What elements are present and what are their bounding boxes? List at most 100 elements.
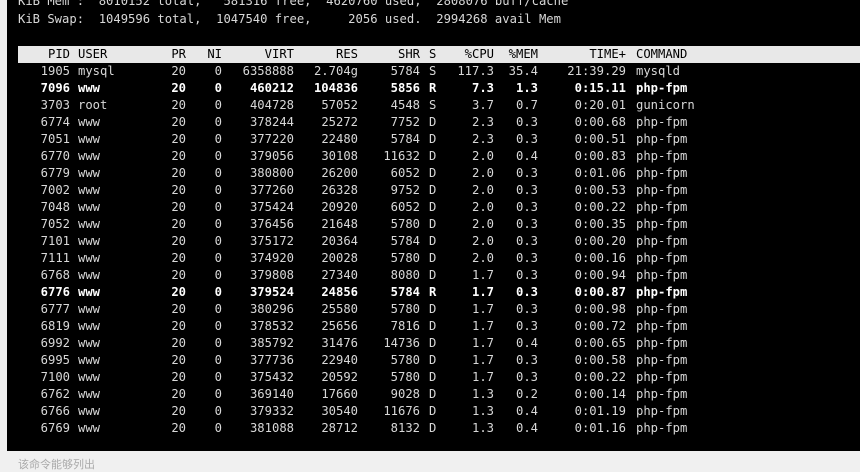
mem-cell: 0.3 <box>515 217 538 231</box>
nice-cell: 0 <box>214 285 222 299</box>
virt-cell: 6358888 <box>242 64 294 78</box>
priority-cell: 20 <box>171 64 186 78</box>
pid-cell: 7052 <box>40 217 70 231</box>
virt-cell: 375172 <box>249 234 294 248</box>
priority-cell: 20 <box>171 200 186 214</box>
process-row: 6819 www 20 0 378532 25656 7816 D 1.7 0.3 0:00.72 p… <box>18 318 860 335</box>
process-row: 7002 www 20 0 377260 26328 9752 D 2.0 0.3 0:00.53 p… <box>18 182 860 199</box>
time-cell: 0:00.14 <box>574 387 626 401</box>
process-row: 7101 www 20 0 375172 20364 5784 D 2.0 0.3 0:00.20 p… <box>18 233 860 250</box>
virt-cell: 376456 <box>249 217 294 231</box>
state-cell: D <box>429 387 437 401</box>
process-row: 6769 www 20 0 381088 28712 8132 D 1.3 0.4 0:01.16 p… <box>18 420 860 437</box>
shr-cell: 5780 <box>390 370 420 384</box>
cpu-cell: 1.3 <box>471 404 494 418</box>
pid-cell: 6819 <box>40 319 70 333</box>
shr-cell: 11676 <box>383 404 420 418</box>
user-cell: www <box>78 217 101 231</box>
virt-cell: 460212 <box>249 81 294 95</box>
user-cell: www <box>78 387 101 401</box>
priority-cell: 20 <box>171 132 186 146</box>
pid-cell: 7111 <box>40 251 70 265</box>
process-row: 7048 www 20 0 375424 20920 6052 D 2.0 0.3 0:00.22 p… <box>18 199 860 216</box>
user-cell: www <box>78 319 101 333</box>
mem-cell: 0.3 <box>515 370 538 384</box>
process-row: 1905 mysql 20 0 6358888 2.704g 5784 S 117.3 35.4 2… <box>18 63 860 80</box>
shr-cell: 8080 <box>390 268 420 282</box>
priority-cell: 20 <box>171 268 186 282</box>
mem-cell: 0.3 <box>515 166 538 180</box>
virt-cell: 385792 <box>249 336 294 350</box>
res-cell: 21648 <box>321 217 358 231</box>
virt-cell: 404728 <box>249 98 294 112</box>
command-cell: php-fpm <box>636 81 688 95</box>
state-cell: D <box>429 268 437 282</box>
nice-cell: 0 <box>214 234 222 248</box>
priority-cell: 20 <box>171 285 186 299</box>
res-cell: 26328 <box>321 183 358 197</box>
mem-cell: 0.3 <box>515 251 538 265</box>
cpu-cell: 2.0 <box>471 166 494 180</box>
command-cell: php-fpm <box>636 166 688 180</box>
res-cell: 24856 <box>321 285 358 299</box>
command-cell: php-fpm <box>636 234 688 248</box>
mem-cell: 0.3 <box>515 115 538 129</box>
res-cell: 20028 <box>321 251 358 265</box>
virt-cell: 378244 <box>249 115 294 129</box>
state-cell: D <box>429 421 437 435</box>
res-cell: 22480 <box>321 132 358 146</box>
priority-cell: 20 <box>171 319 186 333</box>
cpu-cell: 1.7 <box>471 336 494 350</box>
priority-cell: 20 <box>171 183 186 197</box>
nice-cell: 0 <box>214 98 222 112</box>
res-cell: 25656 <box>321 319 358 333</box>
priority-cell: 20 <box>171 421 186 435</box>
nice-cell: 0 <box>214 387 222 401</box>
virt-cell: 374920 <box>249 251 294 265</box>
time-cell: 0:00.58 <box>574 353 626 367</box>
user-cell: www <box>78 200 101 214</box>
time-cell: 0:01.16 <box>574 421 626 435</box>
time-cell: 0:00.35 <box>574 217 626 231</box>
mem-cell: 0.3 <box>515 268 538 282</box>
col-cpu-header: %CPU <box>464 47 494 61</box>
shr-cell: 5780 <box>390 302 420 316</box>
pid-cell: 3703 <box>40 98 70 112</box>
terminal-window[interactable]: KiB Mem : 8010152 total, 581316 free, 46… <box>7 0 860 451</box>
command-cell: php-fpm <box>636 268 688 282</box>
shr-cell: 14736 <box>383 336 420 350</box>
res-cell: 28712 <box>321 421 358 435</box>
command-cell: php-fpm <box>636 251 688 265</box>
command-cell: php-fpm <box>636 183 688 197</box>
user-cell: www <box>78 336 101 350</box>
nice-cell: 0 <box>214 336 222 350</box>
time-cell: 0:00.51 <box>574 132 626 146</box>
shr-cell: 9028 <box>390 387 420 401</box>
nice-cell: 0 <box>214 217 222 231</box>
shr-cell: 5780 <box>390 353 420 367</box>
nice-cell: 0 <box>214 370 222 384</box>
user-cell: www <box>78 353 101 367</box>
pid-cell: 7101 <box>40 234 70 248</box>
nice-cell: 0 <box>214 404 222 418</box>
virt-cell: 375432 <box>249 370 294 384</box>
virt-cell: 379808 <box>249 268 294 282</box>
nice-cell: 0 <box>214 200 222 214</box>
process-row: 6776 www 20 0 379524 24856 5784 R 1.7 0.3 0:00.87 p… <box>18 284 860 301</box>
process-row: 7052 www 20 0 376456 21648 5780 D 2.0 0.3 0:00.35 p… <box>18 216 860 233</box>
virt-cell: 377260 <box>249 183 294 197</box>
process-row: 7100 www 20 0 375432 20592 5780 D 1.7 0.3 0:00.22 p… <box>18 369 860 386</box>
shr-cell: 6052 <box>390 200 420 214</box>
state-cell: D <box>429 353 437 367</box>
priority-cell: 20 <box>171 149 186 163</box>
nice-cell: 0 <box>214 115 222 129</box>
mem-cell: 0.3 <box>515 183 538 197</box>
priority-cell: 20 <box>171 81 186 95</box>
nice-cell: 0 <box>214 81 222 95</box>
shr-cell: 5784 <box>390 234 420 248</box>
time-cell: 0:00.94 <box>574 268 626 282</box>
command-cell: php-fpm <box>636 132 688 146</box>
res-cell: 57052 <box>321 98 358 112</box>
user-cell: www <box>78 370 101 384</box>
priority-cell: 20 <box>171 166 186 180</box>
